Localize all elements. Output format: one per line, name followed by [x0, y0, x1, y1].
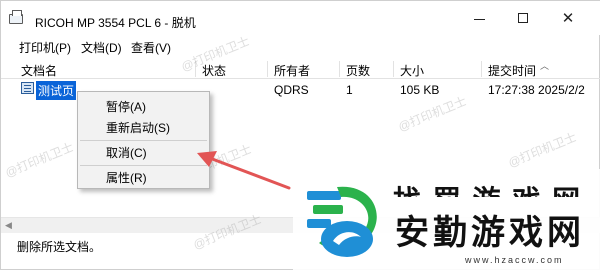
context-menu-restart[interactable]: 重新启动(S) — [106, 119, 170, 136]
pages-cell: 1 — [346, 83, 353, 97]
close-button[interactable]: ✕ — [554, 7, 582, 29]
size-cell: 105 KB — [400, 83, 440, 97]
column-divider[interactable] — [393, 61, 394, 77]
menu-bar: 打印机(P) 文档(D) 查看(V) — [1, 37, 600, 57]
column-divider[interactable] — [339, 61, 340, 77]
column-header-size[interactable]: 大小 — [400, 62, 424, 79]
submitted-time-cell: 17:27:38 2025/2/2 — [488, 83, 585, 97]
minimize-icon — [473, 18, 485, 20]
menu-document[interactable]: 文档(D) — [81, 37, 122, 56]
maximize-button[interactable] — [509, 7, 537, 29]
column-header-pages[interactable]: 页数 — [346, 62, 370, 79]
context-menu: 暂停(A) 重新启动(S) 取消(C) 属性(R) — [77, 91, 210, 189]
context-menu-pause[interactable]: 暂停(A) — [106, 98, 146, 115]
column-header-row: 文档名 状态 所有者 页数 大小 提交时间 ︿ — [1, 59, 600, 79]
menu-view[interactable]: 查看(V) — [131, 37, 171, 56]
close-icon: ✕ — [561, 9, 575, 27]
column-divider[interactable] — [481, 61, 482, 77]
window-title: RICOH MP 3554 PCL 6 - 脱机 — [35, 16, 196, 30]
brand-name: 安勤游戏网 — [395, 214, 585, 252]
watermark: @打印机卫士 — [506, 129, 579, 170]
printer-icon — [9, 10, 23, 24]
print-queue-window: RICOH MP 3554 PCL 6 - 脱机 ✕ 打印机(P) 文档(D) … — [0, 0, 600, 270]
brand-watermark: 找 罚 游 戏 网 安勤游戏网 www.hzaccw.com — [293, 169, 600, 270]
column-header-owner[interactable]: 所有者 — [274, 62, 310, 79]
brand-logo-icon — [307, 186, 377, 257]
brand-url: www.hzaccw.com — [465, 255, 564, 265]
watermark: @打印机卫士 — [3, 139, 76, 180]
owner-cell: QDRS — [274, 83, 309, 97]
context-menu-cancel[interactable]: 取消(C) — [106, 144, 147, 161]
document-name-cell[interactable]: 测试页 — [36, 81, 77, 100]
column-header-document-name[interactable]: 文档名 — [21, 62, 57, 79]
title-bar[interactable]: RICOH MP 3554 PCL 6 - 脱机 ✕ — [1, 1, 600, 35]
column-divider[interactable] — [267, 61, 268, 77]
menu-separator — [80, 140, 207, 141]
status-bar-text: 删除所选文档。 — [17, 240, 102, 254]
context-menu-properties[interactable]: 属性(R) — [106, 169, 147, 186]
menu-separator — [80, 165, 207, 166]
column-header-submitted[interactable]: 提交时间 — [488, 62, 536, 79]
minimize-button[interactable] — [465, 7, 493, 29]
sort-caret-icon: ︿ — [540, 61, 550, 71]
scroll-left-icon[interactable]: ◀ — [5, 220, 12, 231]
menu-printer[interactable]: 打印机(P) — [19, 37, 71, 56]
maximize-icon — [518, 13, 528, 23]
document-icon — [21, 82, 34, 94]
